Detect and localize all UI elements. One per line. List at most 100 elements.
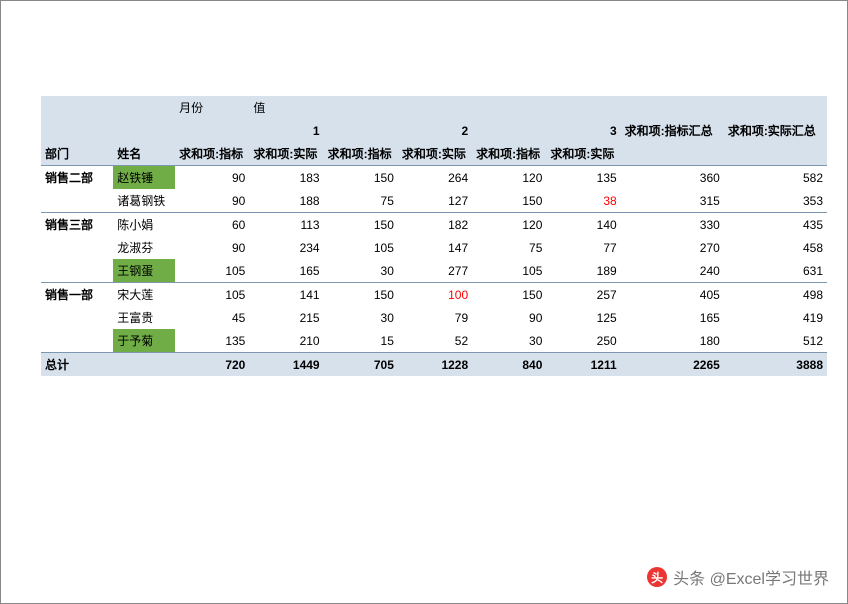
cell-value: 182 (398, 213, 472, 237)
cell-sum: 353 (724, 189, 827, 213)
cell-name: 于予菊 (113, 329, 175, 353)
cell-sum: 240 (621, 259, 724, 283)
cell-value: 79 (398, 306, 472, 329)
cell-value: 150 (324, 283, 398, 307)
cell-value: 135 (546, 166, 620, 190)
cell-sum: 582 (724, 166, 827, 190)
cell-value: 90 (472, 306, 546, 329)
total-v2: 705 (324, 353, 398, 377)
cell-name: 王富贵 (113, 306, 175, 329)
cell-value: 150 (472, 189, 546, 213)
header-month-1: 1 (175, 119, 324, 142)
total-v1: 1449 (249, 353, 323, 377)
cell-value: 113 (249, 213, 323, 237)
header-m1-actual: 求和项:实际 (249, 142, 323, 166)
cell-value: 147 (398, 236, 472, 259)
cell-value: 30 (472, 329, 546, 353)
cell-sum: 165 (621, 306, 724, 329)
cell-value: 90 (175, 189, 249, 213)
pivot-table-area: 月份 值 1 2 3 求和项:指标汇总 求和项:实际汇总 部门 姓名 求和项:指… (1, 1, 847, 376)
header-sum-actual-total: 求和项:实际汇总 (724, 119, 827, 142)
cell-name: 王钢蛋 (113, 259, 175, 283)
cell-value: 52 (398, 329, 472, 353)
total-v0: 720 (175, 353, 249, 377)
cell-value: 75 (472, 236, 546, 259)
cell-dept (41, 259, 113, 283)
cell-name: 诸葛钢铁 (113, 189, 175, 213)
header-month-2: 2 (324, 119, 473, 142)
cell-value: 183 (249, 166, 323, 190)
cell-value: 150 (324, 213, 398, 237)
cell-value: 120 (472, 166, 546, 190)
cell-value: 257 (546, 283, 620, 307)
header-m3-target: 求和项:指标 (472, 142, 546, 166)
header-month-3: 3 (472, 119, 621, 142)
cell-sum: 419 (724, 306, 827, 329)
header-m1-target: 求和项:指标 (175, 142, 249, 166)
cell-dept (41, 189, 113, 213)
cell-sum: 180 (621, 329, 724, 353)
cell-value: 38 (546, 189, 620, 213)
cell-value: 105 (324, 236, 398, 259)
cell-value: 30 (324, 259, 398, 283)
cell-sum: 512 (724, 329, 827, 353)
cell-value: 135 (175, 329, 249, 353)
cell-value: 210 (249, 329, 323, 353)
grand-total-label: 总计 (41, 353, 113, 377)
header-m2-target: 求和项:指标 (324, 142, 398, 166)
cell-value: 90 (175, 166, 249, 190)
cell-dept: 销售二部 (41, 166, 113, 190)
cell-name: 赵铁锤 (113, 166, 175, 190)
header-month: 月份 (175, 96, 249, 119)
cell-dept (41, 306, 113, 329)
header-dept: 部门 (41, 142, 113, 166)
cell-value: 30 (324, 306, 398, 329)
header-m2-actual: 求和项:实际 (398, 142, 472, 166)
total-v4: 840 (472, 353, 546, 377)
cell-name: 陈小娟 (113, 213, 175, 237)
cell-value: 100 (398, 283, 472, 307)
watermark-icon: 头 (647, 567, 667, 587)
cell-dept (41, 236, 113, 259)
cell-value: 45 (175, 306, 249, 329)
pivot-table: 月份 值 1 2 3 求和项:指标汇总 求和项:实际汇总 部门 姓名 求和项:指… (41, 96, 827, 376)
total-sum1: 3888 (724, 353, 827, 377)
cell-value: 140 (546, 213, 620, 237)
cell-value: 105 (175, 259, 249, 283)
header-sum-target-total: 求和项:指标汇总 (621, 119, 724, 142)
cell-sum: 498 (724, 283, 827, 307)
cell-value: 120 (472, 213, 546, 237)
cell-name: 龙淑芬 (113, 236, 175, 259)
cell-value: 277 (398, 259, 472, 283)
cell-sum: 270 (621, 236, 724, 259)
cell-value: 75 (324, 189, 398, 213)
total-v5: 1211 (546, 353, 620, 377)
cell-sum: 435 (724, 213, 827, 237)
cell-value: 105 (175, 283, 249, 307)
cell-value: 90 (175, 236, 249, 259)
cell-value: 264 (398, 166, 472, 190)
watermark: 头 头条 @Excel学习世界 (647, 565, 829, 589)
cell-value: 127 (398, 189, 472, 213)
total-v3: 1228 (398, 353, 472, 377)
cell-sum: 330 (621, 213, 724, 237)
cell-name: 宋大莲 (113, 283, 175, 307)
cell-value: 150 (324, 166, 398, 190)
cell-dept (41, 329, 113, 353)
cell-value: 77 (546, 236, 620, 259)
cell-sum: 458 (724, 236, 827, 259)
cell-value: 165 (249, 259, 323, 283)
cell-value: 150 (472, 283, 546, 307)
cell-sum: 360 (621, 166, 724, 190)
cell-value: 215 (249, 306, 323, 329)
cell-value: 188 (249, 189, 323, 213)
header-value: 值 (249, 96, 323, 119)
cell-value: 105 (472, 259, 546, 283)
header-m3-actual: 求和项:实际 (546, 142, 620, 166)
total-sum0: 2265 (621, 353, 724, 377)
cell-value: 60 (175, 213, 249, 237)
watermark-text: 头条 @Excel学习世界 (673, 565, 829, 589)
cell-dept: 销售一部 (41, 283, 113, 307)
cell-value: 250 (546, 329, 620, 353)
cell-value: 15 (324, 329, 398, 353)
